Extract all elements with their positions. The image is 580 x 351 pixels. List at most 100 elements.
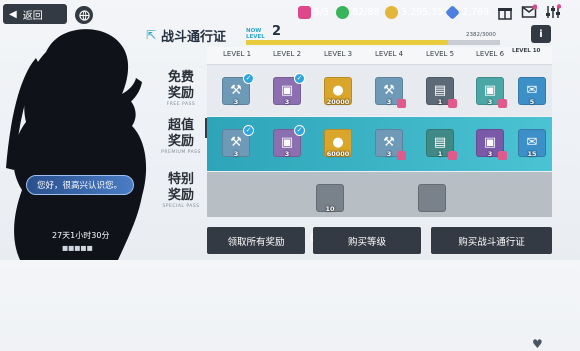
coin-icon: ●: [332, 135, 344, 150]
gift-icon[interactable]: [497, 4, 513, 20]
free-reward-qty: 5: [529, 97, 535, 106]
free-reward-item: ● 20000: [324, 76, 352, 106]
free-reward-slot[interactable]: ✉ 5: [509, 68, 555, 113]
premium-reward-slot[interactable]: ● 60000: [315, 120, 361, 165]
buy-pass-button[interactable]: 购买战斗通行证: [431, 227, 552, 254]
stamina-counter[interactable]: 5/5: [298, 4, 329, 20]
season-timer: 27天1小时30分: [52, 231, 110, 240]
level-header: LEVEL 6: [476, 50, 505, 58]
current-level: 2: [272, 24, 282, 39]
now-level-label: NOW LEVEL: [246, 28, 265, 40]
premium-reward-item: ▣ 3 ✓: [273, 124, 305, 158]
title-arrow-icon: ⇱: [146, 28, 157, 42]
special-reward-slot: [409, 175, 455, 220]
claim-all-button[interactable]: 领取所有奖励: [207, 227, 305, 254]
free-reward-qty: 3: [233, 97, 239, 106]
claimed-check-icon: ✓: [243, 124, 254, 136]
special-reward-item: [418, 183, 446, 212]
level-header-row: LEVEL 1 LEVEL 2 LEVEL 3 LEVEL 4 LEVEL 5 LEVEL…: [207, 47, 552, 65]
chip-icon: ▣: [280, 83, 294, 98]
premium-reward-item: ▣ 3: [476, 128, 507, 160]
level-header: LEVEL 3: [324, 50, 353, 58]
blueprint-icon: ⚒: [383, 135, 395, 150]
free-reward-title: 免费 奖励: [167, 70, 194, 101]
free-reward-slot[interactable]: ⚒ 3: [366, 68, 412, 113]
special-reward-subtitle: SPECIAL PASS: [162, 204, 200, 209]
coin-icon: [385, 5, 398, 19]
greeting-bubble: 您好，很高兴认识您。: [26, 175, 134, 195]
free-reward-item: ✉ 5: [518, 76, 546, 106]
reward-grid: LEVEL 1 LEVEL 2 LEVEL 3 LEVEL 4 LEVEL 5 LEVEL…: [207, 47, 555, 351]
premium-reward-item: ⚒ 3: [375, 128, 406, 160]
premium-reward-slot[interactable]: ⚒ 3 ✓: [213, 120, 259, 165]
free-reward-subtitle: FREE PASS: [166, 102, 196, 107]
back-arrow-icon: ◀: [9, 8, 17, 20]
crate-icon: ▤: [433, 83, 447, 98]
special-reward-qty: 10: [325, 204, 335, 213]
claimed-check-icon: ✓: [243, 72, 254, 84]
globe-icon: [78, 9, 90, 21]
reward-badge-icon: [498, 98, 507, 108]
heart-icon: ♥: [532, 337, 543, 351]
home-button[interactable]: [75, 6, 93, 24]
premium-reward-qty: 60000: [326, 149, 350, 158]
settings-icon[interactable]: [545, 4, 561, 20]
top-bar: ◀ 返回 5/5 82/88 3,295,350 2,769: [0, 0, 580, 26]
special-reward-slot: 10: [307, 175, 353, 220]
premium-reward-item: ▤ 1: [426, 128, 457, 160]
premium-reward-label: 超值 奖励 PREMIUM PASS: [156, 118, 206, 155]
energy-counter[interactable]: 82/88: [336, 4, 379, 20]
level-header: LEVEL 10: [512, 48, 541, 54]
level-header: LEVEL 2: [273, 50, 302, 58]
coin-value: 3,295,350: [401, 6, 450, 18]
premium-reward-slot[interactable]: ▣ 3 ✓: [264, 120, 310, 165]
free-reward-slot[interactable]: ▣ 3 ✓: [264, 68, 310, 113]
free-reward-slot[interactable]: ▤ 1: [417, 68, 463, 113]
premium-reward-slot[interactable]: ▣ 3: [467, 120, 513, 165]
back-button[interactable]: ◀ 返回: [3, 4, 67, 24]
blueprint-icon: ⚒: [230, 83, 242, 98]
free-reward-item: ⚒ 3: [375, 76, 406, 108]
free-reward-label: 免费 奖励 FREE PASS: [156, 70, 206, 107]
premium-reward-item: ● 60000: [324, 128, 352, 158]
back-label: 返回: [22, 10, 43, 22]
page-title: 战斗通行证: [161, 30, 227, 45]
premium-reward-qty: 15: [527, 149, 537, 158]
claimed-check-icon: ✓: [294, 124, 305, 136]
premium-reward-qty: 3: [284, 149, 290, 158]
energy-icon: [336, 5, 349, 19]
premium-reward-slot[interactable]: ✉ 15: [509, 120, 555, 165]
premium-reward-title: 超值 奖励: [167, 118, 194, 149]
premium-reward-item: ✉ 15: [518, 128, 546, 158]
premium-reward-subtitle: PREMIUM PASS: [161, 150, 201, 155]
blueprint-icon: ⚒: [230, 135, 242, 150]
buy-level-button[interactable]: 购买等级: [313, 227, 421, 254]
free-reward-slot[interactable]: ● 20000: [315, 68, 361, 113]
coin-counter[interactable]: 3,295,350: [385, 4, 449, 20]
premium-reward-slot[interactable]: ⚒ 3: [366, 120, 412, 165]
premium-reward-item: ⚒ 3 ✓: [222, 124, 254, 158]
free-reward-slot[interactable]: ⚒ 3 ✓: [213, 68, 259, 113]
crate-icon: ▤: [433, 135, 447, 150]
premium-reward-qty: 3: [233, 149, 239, 158]
gem-icon: [445, 4, 460, 20]
gem-value: 2,769: [462, 6, 490, 18]
gem-counter[interactable]: 2,769: [445, 4, 490, 20]
coin-icon: ●: [332, 83, 344, 98]
premium-reward-slot[interactable]: ▤ 1: [417, 120, 463, 165]
stamina-icon: [298, 5, 311, 19]
chip-icon: ▣: [483, 83, 497, 98]
premium-reward-row: ⚒ 3 ✓ ▣ 3 ✓ ● 60000 ⚒ 3 ▤ 1 ▣ 3 ✉ 15: [207, 117, 552, 171]
ticket-icon: ✉: [526, 83, 538, 98]
mail-icon[interactable]: [521, 4, 537, 20]
chip-icon: ▣: [280, 135, 294, 150]
reward-badge-icon: [397, 150, 406, 160]
free-reward-slot[interactable]: ▣ 3: [467, 68, 513, 113]
energy-value: 82/88: [352, 6, 380, 18]
level-header: LEVEL 4: [375, 50, 404, 58]
info-button[interactable]: i: [531, 25, 551, 43]
special-reward-item: 10: [316, 183, 344, 213]
season-timer-caption: ■■■■■: [62, 244, 93, 252]
special-reward-label: 特别 奖励 SPECIAL PASS: [156, 172, 206, 209]
level-header: LEVEL 5: [426, 50, 455, 58]
